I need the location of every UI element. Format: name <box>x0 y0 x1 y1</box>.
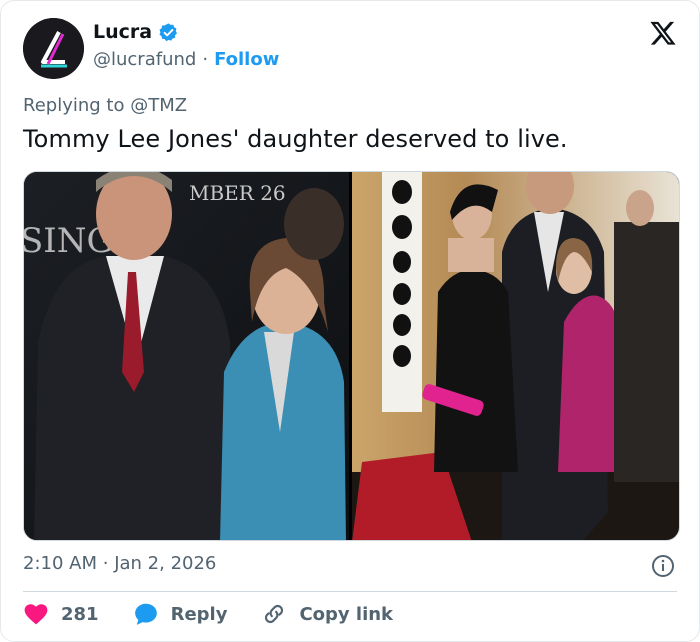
reply-button[interactable]: Reply <box>133 601 228 627</box>
heart-icon <box>24 604 48 625</box>
follow-button[interactable]: Follow <box>214 49 279 70</box>
photo-right[interactable] <box>352 172 679 540</box>
tweet-time: 2:10 AM <box>23 553 97 574</box>
reply-bubble-icon <box>134 603 157 625</box>
photo-right-image <box>352 172 679 540</box>
tweet-timestamp[interactable]: 2:10 AM · Jan 2, 2026 <box>23 553 216 574</box>
author-name[interactable]: Lucra <box>93 21 152 43</box>
actions-bar: 281 Reply Copy link <box>23 601 393 627</box>
info-icon[interactable] <box>651 554 675 578</box>
x-logo-icon[interactable] <box>649 19 677 47</box>
reply-label: Reply <box>170 603 228 625</box>
media-grid: MBER 26 SING <box>23 171 680 541</box>
replying-to: Replying to @TMZ <box>23 95 187 116</box>
photo-left-image: MBER 26 SING <box>24 172 349 540</box>
verified-badge-icon <box>159 22 178 41</box>
tweet-text: Tommy Lee Jones' daughter deserved to li… <box>23 125 568 153</box>
lucra-logo-icon <box>23 18 84 79</box>
link-icon <box>265 604 284 624</box>
replying-prefix: Replying to <box>23 95 125 116</box>
author-handle-row: @lucrafund · Follow <box>93 49 279 70</box>
handle-separator: · <box>202 49 209 70</box>
photo-left[interactable]: MBER 26 SING <box>24 172 349 540</box>
author-name-row: Lucra <box>93 21 179 43</box>
backdrop-text-top: MBER 26 <box>189 181 286 205</box>
tweet-card: Lucra @lucrafund · Follow Replying to @T… <box>0 0 700 642</box>
copy-link-label: Copy link <box>299 603 394 625</box>
like-button[interactable]: 281 <box>23 601 99 627</box>
like-count: 281 <box>61 603 99 625</box>
author-handle[interactable]: @lucrafund <box>93 49 196 70</box>
copy-link-button[interactable]: Copy link <box>261 601 393 627</box>
timestamp-separator: · <box>102 553 109 574</box>
actions-divider <box>23 591 677 592</box>
author-avatar[interactable] <box>23 18 84 79</box>
tweet-date: Jan 2, 2026 <box>114 553 217 574</box>
replying-target-link[interactable]: @TMZ <box>130 95 187 116</box>
